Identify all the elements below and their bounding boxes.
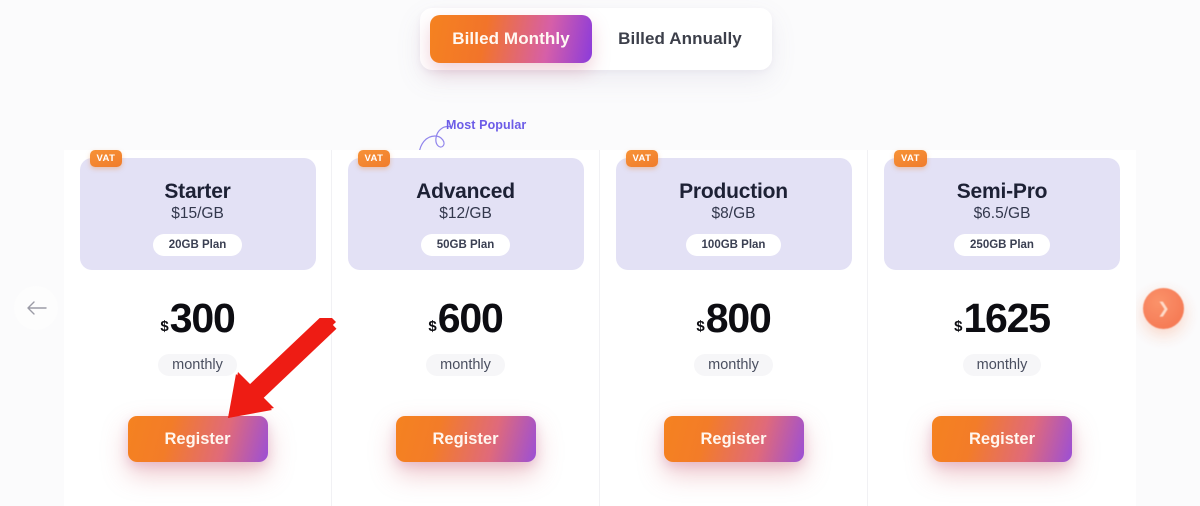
price-value: 1625 (963, 295, 1051, 342)
billing-period-label: monthly (158, 354, 237, 376)
plan-price: $ 300 (160, 295, 236, 342)
price-currency: $ (428, 318, 437, 335)
pricing-card-semi-pro: VAT Semi-Pro $6.5/GB 250GB Plan $ 1625 m… (868, 150, 1136, 506)
plan-header: VAT Production $8/GB 100GB Plan (615, 150, 852, 270)
vat-badge: VAT (89, 150, 123, 167)
plan-quota-pill: 100GB Plan (685, 234, 782, 256)
billing-period-label: monthly (962, 354, 1042, 376)
billing-toggle-shell: Billed Monthly Billed Annually (420, 8, 772, 70)
price-currency: $ (160, 318, 169, 335)
plan-name: Advanced (416, 180, 515, 203)
price-currency: $ (696, 318, 705, 335)
plan-price: $ 800 (696, 295, 772, 342)
plan-price: $ 1625 (954, 295, 1051, 342)
pricing-card-advanced: VAT Advanced $12/GB 50GB Plan $ 600 mont… (332, 150, 600, 506)
plan-header: VAT Semi-Pro $6.5/GB 250GB Plan (884, 150, 1120, 270)
register-button[interactable]: Register (932, 416, 1072, 462)
register-button[interactable]: Register (395, 416, 536, 462)
most-popular-label: Most Popular (446, 118, 527, 132)
billing-period-label: monthly (694, 354, 773, 376)
pricing-card-production: VAT Production $8/GB 100GB Plan $ 800 mo… (600, 150, 868, 506)
plan-rate: $12/GB (439, 205, 492, 222)
chevron-right-icon: ❯ (1157, 300, 1170, 317)
tab-billed-monthly[interactable]: Billed Monthly (430, 15, 592, 63)
plan-rate: $6.5/GB (973, 205, 1031, 222)
carousel-prev-button[interactable] (14, 286, 58, 330)
plan-name: Production (679, 180, 788, 203)
register-button[interactable]: Register (127, 416, 268, 462)
plan-rate: $15/GB (171, 205, 224, 222)
plan-quota-pill: 50GB Plan (420, 234, 511, 256)
vat-badge: VAT (357, 150, 391, 167)
vat-badge: VAT (894, 150, 927, 167)
billing-period-label: monthly (426, 354, 505, 376)
price-currency: $ (954, 318, 963, 335)
billing-toggle-group: Billed Monthly Billed Annually (420, 8, 780, 90)
vat-badge: VAT (625, 150, 659, 167)
plan-quota-pill: 250GB Plan (954, 234, 1050, 256)
plan-quota-pill: 20GB Plan (152, 234, 243, 256)
arrow-left-icon (27, 301, 47, 315)
price-value: 300 (169, 295, 236, 342)
plan-header: VAT Advanced $12/GB 50GB Plan (347, 150, 584, 270)
plan-rate: $8/GB (711, 205, 756, 222)
plan-header: VAT Starter $15/GB 20GB Plan (79, 150, 316, 270)
price-value: 800 (705, 295, 772, 342)
plan-price: $ 600 (428, 295, 504, 342)
plan-name: Semi-Pro (956, 180, 1048, 203)
tab-billed-annually[interactable]: Billed Annually (596, 15, 764, 63)
register-button[interactable]: Register (663, 416, 804, 462)
carousel-next-button[interactable]: ❯ (1143, 288, 1184, 329)
price-value: 600 (437, 295, 504, 342)
pricing-plans-row: VAT Starter $15/GB 20GB Plan $ 300 month… (64, 150, 1136, 506)
plan-name: Starter (164, 180, 231, 203)
pricing-card-starter: VAT Starter $15/GB 20GB Plan $ 300 month… (64, 150, 332, 506)
